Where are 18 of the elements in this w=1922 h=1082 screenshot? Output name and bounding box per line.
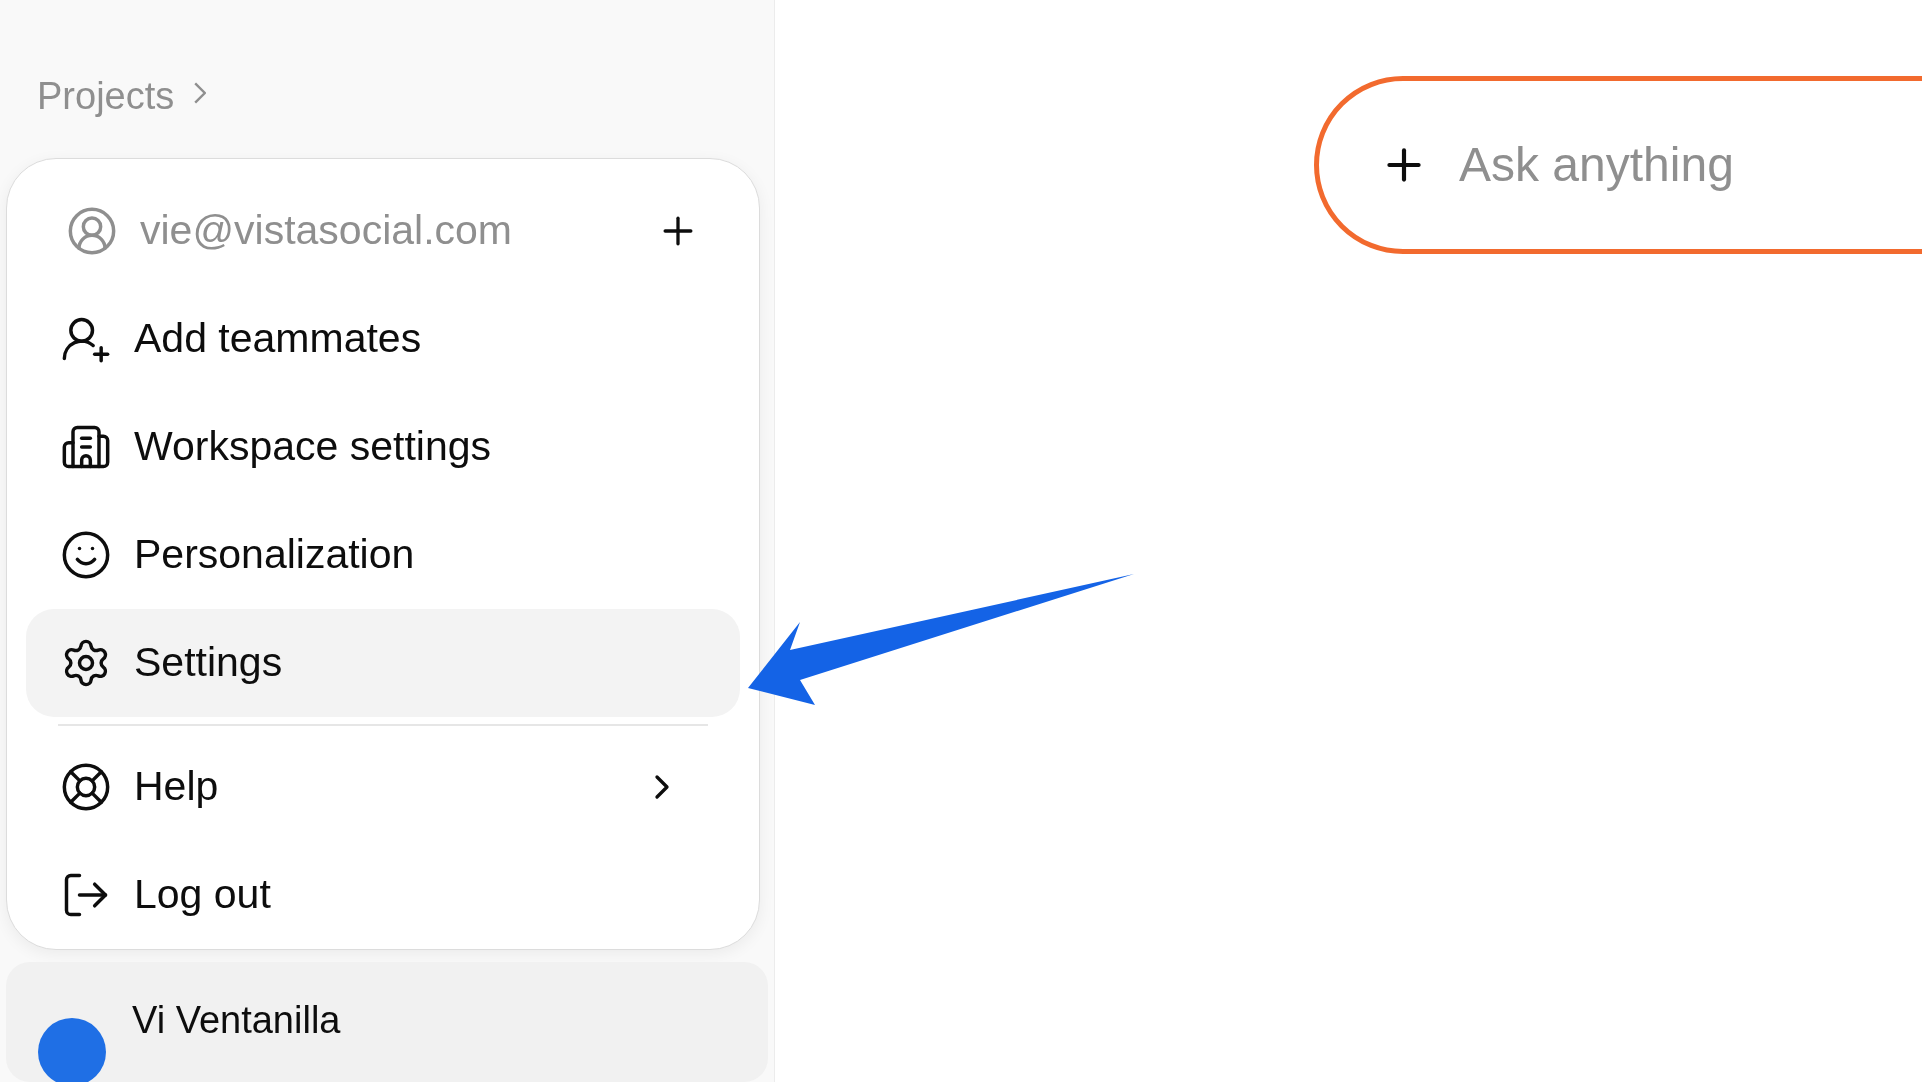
menu-item-label: Add teammates <box>134 314 423 364</box>
menu-item[interactable]: Settings <box>26 609 740 717</box>
user-row[interactable]: Vi Ventanilla <box>6 962 768 1082</box>
menu-item[interactable]: Personalization <box>26 501 740 609</box>
chevron-right-icon <box>194 82 207 104</box>
menu-item-label: Settings <box>134 638 284 688</box>
menu-item[interactable]: Help <box>26 733 740 841</box>
menu-item-label: Workspace settings <box>134 422 492 472</box>
menu-item-label: Personalization <box>134 530 416 580</box>
menu-item-label: Help <box>134 762 220 812</box>
menu-item-label: Log out <box>134 870 272 920</box>
menu-item[interactable]: Workspace settings <box>26 393 740 501</box>
lifebuoy-icon <box>60 761 112 813</box>
menu-item[interactable]: Log out <box>26 841 740 949</box>
menu-item[interactable]: Add teammates <box>26 285 740 393</box>
account-email: vie@vistasocial.com <box>140 205 513 255</box>
smile-icon <box>60 529 112 581</box>
user-name: Vi Ventanilla <box>132 1000 341 1040</box>
